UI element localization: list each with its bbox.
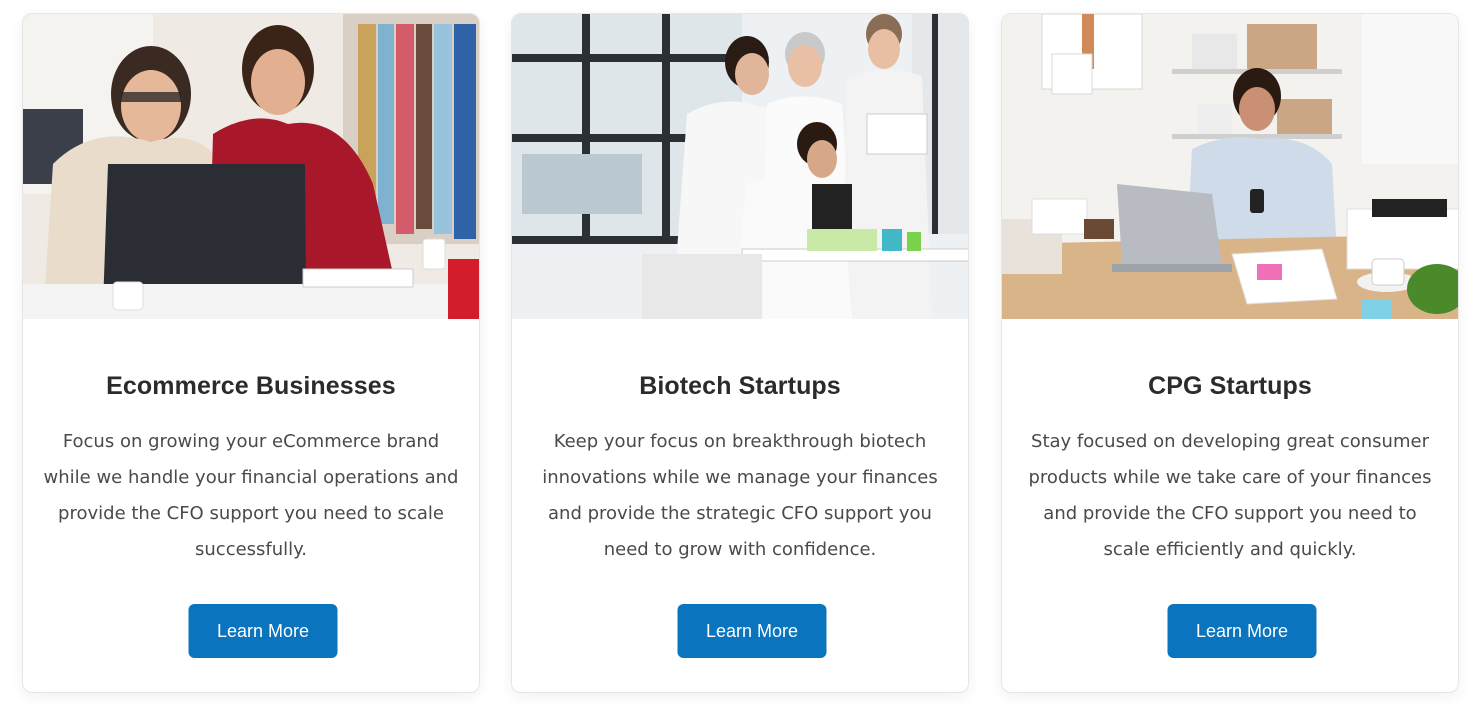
card-title: Ecommerce Businesses xyxy=(106,372,396,400)
card-biotech: Biotech Startups Keep your focus on brea… xyxy=(511,13,969,693)
learn-more-button[interactable]: Learn More xyxy=(677,604,827,658)
card-description: Stay focused on developing great consume… xyxy=(1028,431,1432,560)
photo-lab-scientists-microscope xyxy=(512,14,968,319)
photo-woman-desk-packages xyxy=(1002,14,1458,319)
card-description: Focus on growing your eCommerce brand wh… xyxy=(43,431,459,560)
card-description: Keep your focus on breakthrough biotech … xyxy=(542,431,938,560)
card-cpg: CPG Startups Stay focused on developing … xyxy=(1001,13,1459,693)
card-title: CPG Startups xyxy=(1148,372,1312,400)
learn-more-button[interactable]: Learn More xyxy=(188,604,338,658)
card-title: Biotech Startups xyxy=(639,372,841,400)
card-ecommerce: Ecommerce Businesses Focus on growing yo… xyxy=(22,13,480,693)
learn-more-button[interactable]: Learn More xyxy=(1167,604,1317,658)
photo-two-women-laptop xyxy=(23,14,479,319)
industry-cards-section: Ecommerce Businesses Focus on growing yo… xyxy=(0,0,1483,704)
